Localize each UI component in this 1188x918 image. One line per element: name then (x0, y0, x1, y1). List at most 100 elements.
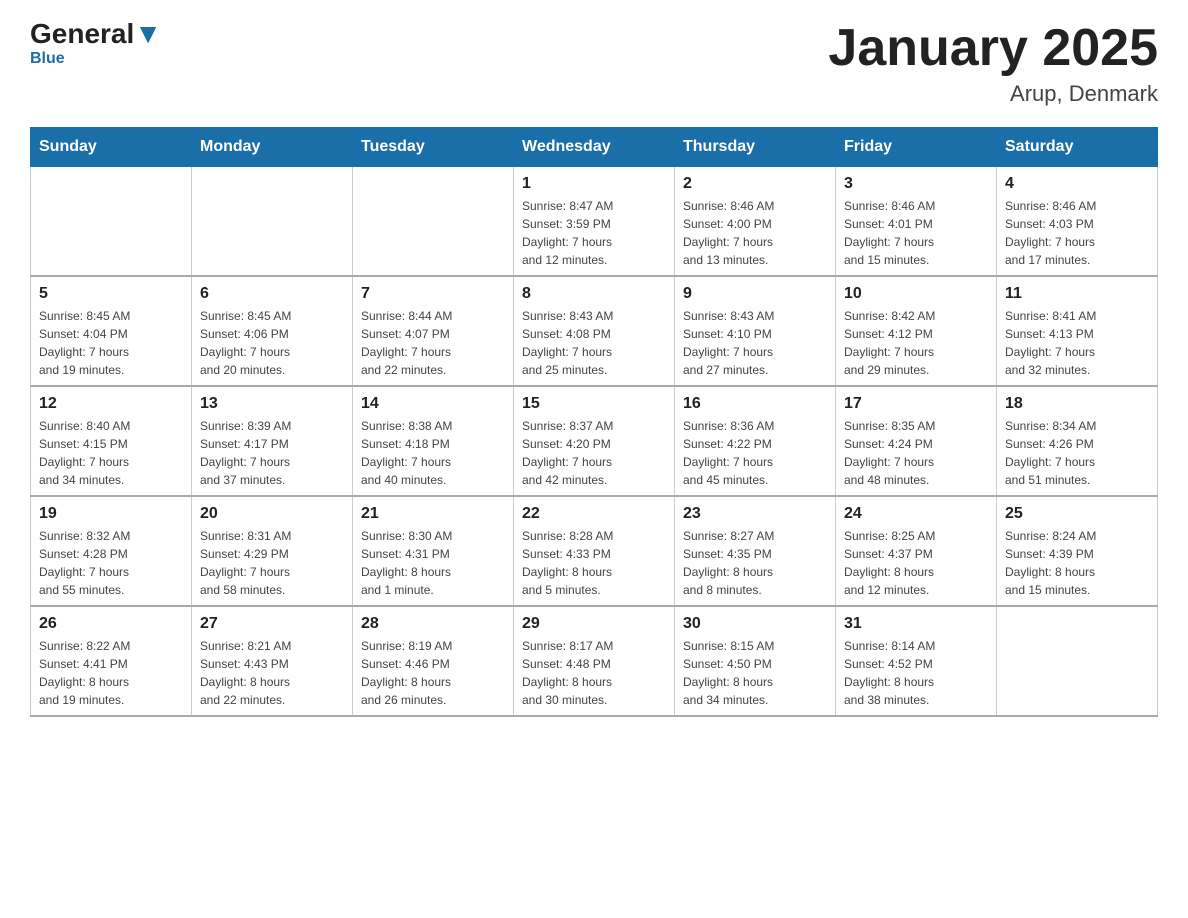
calendar-week-5: 26 Sunrise: 8:22 AM Sunset: 4:41 PM Dayli… (31, 606, 1158, 716)
day-info: Sunrise: 8:17 AM Sunset: 4:48 PM Dayligh… (522, 637, 666, 709)
logo: General▼ Blue (30, 20, 162, 68)
day-info: Sunrise: 8:25 AM Sunset: 4:37 PM Dayligh… (844, 527, 988, 599)
calendar-cell: 3 Sunrise: 8:46 AM Sunset: 4:01 PM Daylig… (836, 167, 997, 277)
day-info: Sunrise: 8:43 AM Sunset: 4:08 PM Dayligh… (522, 307, 666, 379)
calendar-cell: 30Sunrise: 8:15 AM Sunset: 4:50 PM Dayli… (675, 606, 836, 716)
day-info: Sunrise: 8:47 AM Sunset: 3:59 PM Dayligh… (522, 197, 666, 269)
day-info: Sunrise: 8:45 AM Sunset: 4:04 PM Dayligh… (39, 307, 183, 379)
day-info: Sunrise: 8:14 AM Sunset: 4:52 PM Dayligh… (844, 637, 988, 709)
calendar-cell: 24 Sunrise: 8:25 AM Sunset: 4:37 PM Dayli… (836, 496, 997, 606)
calendar-cell: 31 Sunrise: 8:14 AM Sunset: 4:52 PM Dayli… (836, 606, 997, 716)
day-number: 23 (683, 505, 827, 523)
calendar-cell: 28 Sunrise: 8:19 AM Sunset: 4:46 PM Dayli… (353, 606, 514, 716)
calendar-week-2: 5 Sunrise: 8:45 AM Sunset: 4:04 PM Daylig… (31, 276, 1158, 386)
day-info: Sunrise: 8:36 AM Sunset: 4:22 PM Dayligh… (683, 417, 827, 489)
day-number: 29 (522, 615, 666, 633)
day-number: 3 (844, 175, 988, 193)
calendar-cell: 21 Sunrise: 8:30 AM Sunset: 4:31 PM Dayli… (353, 496, 514, 606)
calendar-cell (31, 167, 192, 277)
calendar-week-1: 1 Sunrise: 8:47 AM Sunset: 3:59 PM Daylig… (31, 167, 1158, 277)
day-info: Sunrise: 8:46 AM Sunset: 4:03 PM Dayligh… (1005, 197, 1149, 269)
day-number: 6 (200, 285, 344, 303)
calendar-cell (192, 167, 353, 277)
day-info: Sunrise: 8:37 AM Sunset: 4:20 PM Dayligh… (522, 417, 666, 489)
calendar-cell: 27 Sunrise: 8:21 AM Sunset: 4:43 PM Dayli… (192, 606, 353, 716)
day-number: 27 (200, 615, 344, 633)
calendar-cell: 5 Sunrise: 8:45 AM Sunset: 4:04 PM Daylig… (31, 276, 192, 386)
day-number: 31 (844, 615, 988, 633)
calendar-cell: 26 Sunrise: 8:22 AM Sunset: 4:41 PM Dayli… (31, 606, 192, 716)
day-number: 20 (200, 505, 344, 523)
day-number: 13 (200, 395, 344, 413)
calendar-cell: 25Sunrise: 8:24 AM Sunset: 4:39 PM Dayli… (997, 496, 1158, 606)
weekday-header-saturday: Saturday (997, 128, 1158, 167)
day-number: 1 (522, 175, 666, 193)
day-info: Sunrise: 8:24 AM Sunset: 4:39 PM Dayligh… (1005, 527, 1149, 599)
calendar-cell: 7Sunrise: 8:44 AM Sunset: 4:07 PM Daylig… (353, 276, 514, 386)
day-info: Sunrise: 8:15 AM Sunset: 4:50 PM Dayligh… (683, 637, 827, 709)
page-subtitle: Arup, Denmark (828, 81, 1158, 107)
day-info: Sunrise: 8:34 AM Sunset: 4:26 PM Dayligh… (1005, 417, 1149, 489)
day-number: 28 (361, 615, 505, 633)
calendar-cell: 2 Sunrise: 8:46 AM Sunset: 4:00 PM Daylig… (675, 167, 836, 277)
title-block: January 2025 Arup, Denmark (828, 20, 1158, 107)
calendar-cell (997, 606, 1158, 716)
calendar-cell: 9 Sunrise: 8:43 AM Sunset: 4:10 PM Daylig… (675, 276, 836, 386)
day-number: 24 (844, 505, 988, 523)
day-number: 22 (522, 505, 666, 523)
day-info: Sunrise: 8:45 AM Sunset: 4:06 PM Dayligh… (200, 307, 344, 379)
day-info: Sunrise: 8:39 AM Sunset: 4:17 PM Dayligh… (200, 417, 344, 489)
day-number: 14 (361, 395, 505, 413)
day-info: Sunrise: 8:22 AM Sunset: 4:41 PM Dayligh… (39, 637, 183, 709)
day-number: 18 (1005, 395, 1149, 413)
day-number: 10 (844, 285, 988, 303)
day-info: Sunrise: 8:40 AM Sunset: 4:15 PM Dayligh… (39, 417, 183, 489)
day-number: 21 (361, 505, 505, 523)
calendar-cell: 14 Sunrise: 8:38 AM Sunset: 4:18 PM Dayli… (353, 386, 514, 496)
calendar-week-4: 19 Sunrise: 8:32 AM Sunset: 4:28 PM Dayli… (31, 496, 1158, 606)
day-number: 7 (361, 285, 505, 303)
day-info: Sunrise: 8:30 AM Sunset: 4:31 PM Dayligh… (361, 527, 505, 599)
day-info: Sunrise: 8:43 AM Sunset: 4:10 PM Dayligh… (683, 307, 827, 379)
calendar-cell: 19 Sunrise: 8:32 AM Sunset: 4:28 PM Dayli… (31, 496, 192, 606)
day-info: Sunrise: 8:35 AM Sunset: 4:24 PM Dayligh… (844, 417, 988, 489)
calendar-cell: 16Sunrise: 8:36 AM Sunset: 4:22 PM Dayli… (675, 386, 836, 496)
calendar-cell: 18 Sunrise: 8:34 AM Sunset: 4:26 PM Dayli… (997, 386, 1158, 496)
day-number: 17 (844, 395, 988, 413)
day-number: 19 (39, 505, 183, 523)
day-info: Sunrise: 8:46 AM Sunset: 4:01 PM Dayligh… (844, 197, 988, 269)
weekday-header-thursday: Thursday (675, 128, 836, 167)
logo-text: General▼ (30, 20, 162, 48)
day-info: Sunrise: 8:41 AM Sunset: 4:13 PM Dayligh… (1005, 307, 1149, 379)
day-info: Sunrise: 8:31 AM Sunset: 4:29 PM Dayligh… (200, 527, 344, 599)
calendar-cell: 6 Sunrise: 8:45 AM Sunset: 4:06 PM Daylig… (192, 276, 353, 386)
day-number: 9 (683, 285, 827, 303)
page-title: January 2025 (828, 20, 1158, 77)
day-number: 2 (683, 175, 827, 193)
logo-blue-text: Blue (30, 50, 65, 68)
day-number: 5 (39, 285, 183, 303)
page-header: General▼ Blue January 2025 Arup, Denmark (30, 20, 1158, 107)
calendar-cell: 29 Sunrise: 8:17 AM Sunset: 4:48 PM Dayli… (514, 606, 675, 716)
day-info: Sunrise: 8:21 AM Sunset: 4:43 PM Dayligh… (200, 637, 344, 709)
day-info: Sunrise: 8:38 AM Sunset: 4:18 PM Dayligh… (361, 417, 505, 489)
day-number: 8 (522, 285, 666, 303)
day-info: Sunrise: 8:32 AM Sunset: 4:28 PM Dayligh… (39, 527, 183, 599)
day-info: Sunrise: 8:42 AM Sunset: 4:12 PM Dayligh… (844, 307, 988, 379)
calendar-cell: 11 Sunrise: 8:41 AM Sunset: 4:13 PM Dayli… (997, 276, 1158, 386)
day-info: Sunrise: 8:19 AM Sunset: 4:46 PM Dayligh… (361, 637, 505, 709)
calendar-cell: 1 Sunrise: 8:47 AM Sunset: 3:59 PM Daylig… (514, 167, 675, 277)
calendar-cell: 4Sunrise: 8:46 AM Sunset: 4:03 PM Daylig… (997, 167, 1158, 277)
weekday-header-monday: Monday (192, 128, 353, 167)
day-info: Sunrise: 8:46 AM Sunset: 4:00 PM Dayligh… (683, 197, 827, 269)
calendar-cell: 22 Sunrise: 8:28 AM Sunset: 4:33 PM Dayli… (514, 496, 675, 606)
day-info: Sunrise: 8:28 AM Sunset: 4:33 PM Dayligh… (522, 527, 666, 599)
calendar-header-row: SundayMondayTuesdayWednesdayThursdayFrid… (31, 128, 1158, 167)
calendar-cell: 10 Sunrise: 8:42 AM Sunset: 4:12 PM Dayli… (836, 276, 997, 386)
day-number: 26 (39, 615, 183, 633)
weekday-header-friday: Friday (836, 128, 997, 167)
calendar-cell: 15Sunrise: 8:37 AM Sunset: 4:20 PM Dayli… (514, 386, 675, 496)
day-number: 11 (1005, 285, 1149, 303)
calendar-cell: 23Sunrise: 8:27 AM Sunset: 4:35 PM Dayli… (675, 496, 836, 606)
calendar-cell: 20 Sunrise: 8:31 AM Sunset: 4:29 PM Dayli… (192, 496, 353, 606)
